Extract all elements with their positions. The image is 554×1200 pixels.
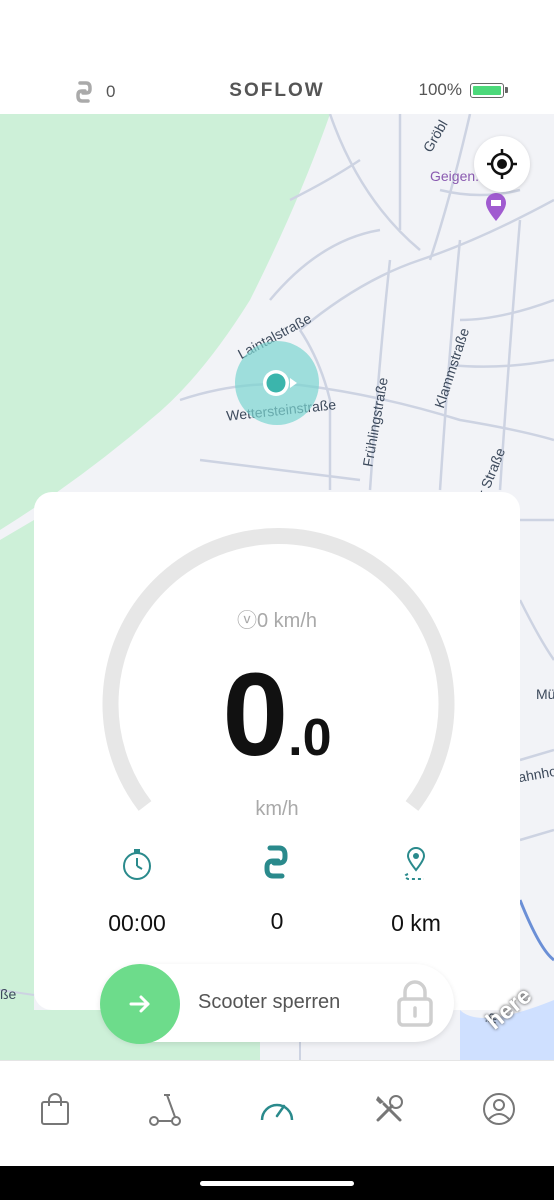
lock-slider-label: Scooter sperren: [198, 991, 341, 1013]
ride-distance: 0 km: [391, 910, 441, 936]
current-speed: 0.0: [0, 656, 554, 774]
speed-unit: km/h: [255, 798, 299, 820]
stopwatch-icon: [123, 849, 151, 880]
soflow-rides-icon: [264, 845, 288, 879]
arrow-right-icon: [129, 995, 150, 1013]
profile-icon: [483, 1093, 515, 1125]
scooter-icon: [149, 1094, 181, 1126]
ride-count-stat: 0: [270, 908, 284, 934]
ride-time: 00:00: [108, 910, 166, 936]
route-pin-icon: [404, 847, 426, 880]
tools-icon: [376, 1095, 403, 1122]
nav-scooter[interactable]: [145, 1089, 185, 1129]
speed-integer: 0: [222, 649, 289, 781]
bottom-nav: [0, 1060, 554, 1167]
nav-profile[interactable]: [479, 1089, 519, 1129]
lock-slider-handle[interactable]: [100, 964, 180, 1044]
lock-icon: [397, 980, 433, 1027]
home-indicator[interactable]: [200, 1181, 354, 1186]
speed-decimal: .0: [288, 709, 332, 767]
nav-ride[interactable]: [257, 1089, 297, 1129]
nav-tools[interactable]: [369, 1089, 409, 1129]
home-bar: [0, 1166, 554, 1200]
nav-shop[interactable]: [35, 1089, 75, 1129]
shopping-bag-icon: [41, 1093, 69, 1125]
max-speed: ⓥ0 km/h: [236, 610, 318, 632]
speedometer-icon: [260, 1103, 294, 1121]
